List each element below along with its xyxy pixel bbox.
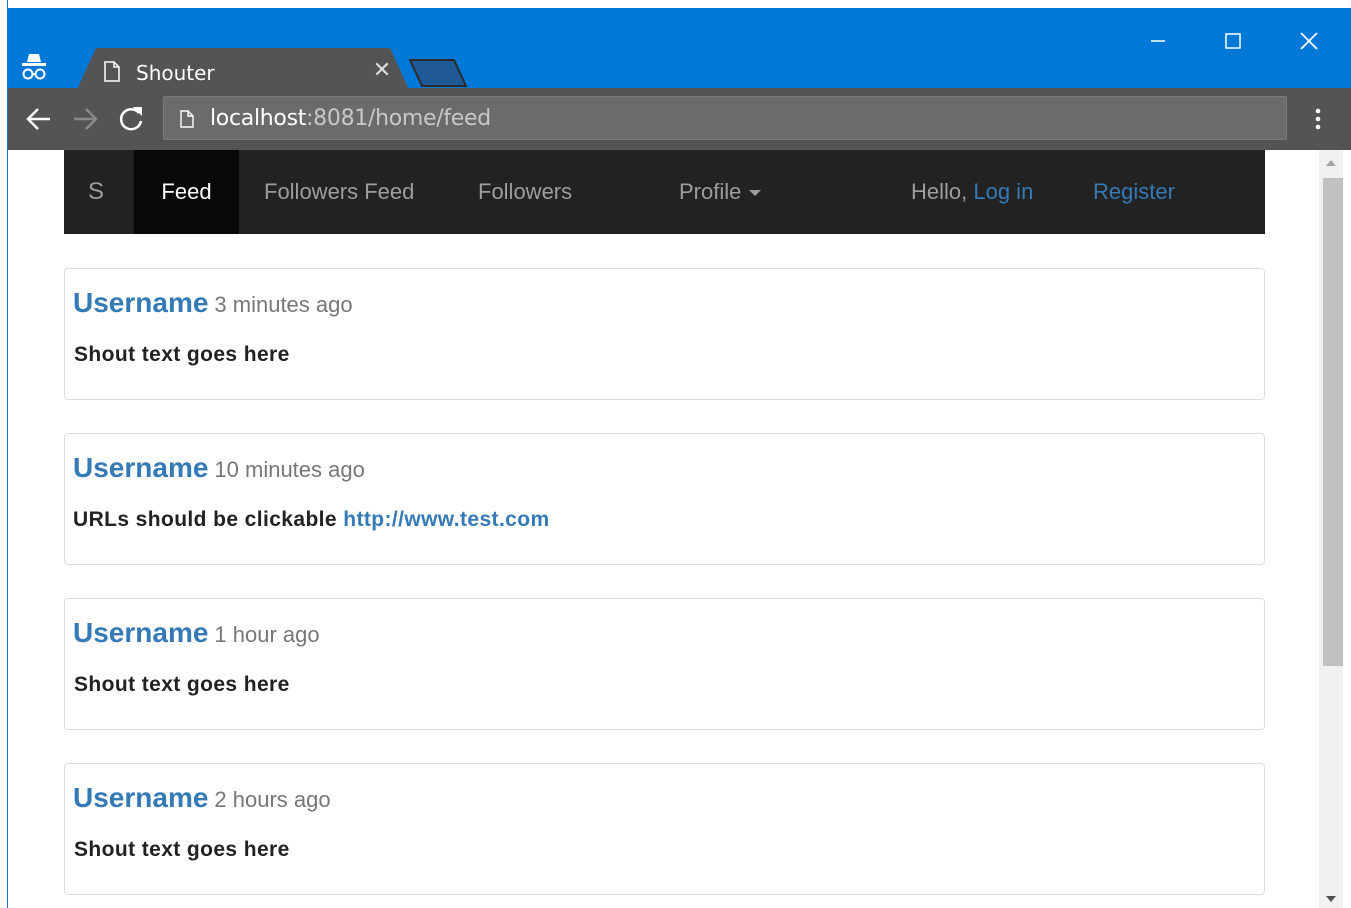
shout-time: 3 minutes ago bbox=[214, 292, 353, 317]
url-host: localhost bbox=[210, 106, 307, 131]
username-link[interactable]: Username bbox=[73, 782, 208, 813]
incognito-icon bbox=[22, 54, 46, 80]
reload-icon[interactable] bbox=[116, 104, 146, 134]
title-bar: Shouter ✕ bbox=[8, 8, 1351, 96]
page-icon bbox=[180, 110, 194, 128]
page-content: S Feed Followers Feed Followers Profile … bbox=[8, 150, 1319, 908]
shout-card: Username 1 hour ago Shout text goes here bbox=[64, 598, 1265, 730]
tab-title: Shouter bbox=[136, 61, 215, 85]
page-icon bbox=[104, 61, 120, 82]
shout-card: Username 2 hours ago Shout text goes here bbox=[64, 763, 1265, 895]
nav-profile-dropdown[interactable]: Profile bbox=[679, 150, 762, 234]
username-link[interactable]: Username bbox=[73, 287, 208, 318]
shout-text: Shout text goes here bbox=[74, 673, 290, 697]
shout-text: URLs should be clickable http://www.test… bbox=[73, 508, 550, 532]
shout-time: 10 minutes ago bbox=[214, 457, 365, 482]
shout-header: Username 3 minutes ago bbox=[73, 287, 353, 319]
menu-dots-icon[interactable] bbox=[1310, 106, 1326, 136]
browser-window: Shouter ✕ localhost:8081/home/feed S Fee… bbox=[0, 0, 1351, 908]
username-link[interactable]: Username bbox=[73, 617, 208, 648]
site-navbar: S Feed Followers Feed Followers Profile … bbox=[64, 150, 1265, 234]
nav-feed[interactable]: Feed bbox=[134, 150, 239, 234]
nav-followers-feed[interactable]: Followers Feed bbox=[264, 150, 414, 234]
browser-toolbar: localhost:8081/home/feed bbox=[8, 88, 1351, 150]
new-tab-button[interactable] bbox=[408, 58, 470, 88]
shout-time: 2 hours ago bbox=[214, 787, 331, 812]
shout-header: Username 1 hour ago bbox=[73, 617, 320, 649]
url-text: localhost:8081/home/feed bbox=[210, 106, 491, 131]
username-link[interactable]: Username bbox=[73, 452, 208, 483]
brand-link[interactable]: S bbox=[88, 150, 104, 234]
register-link[interactable]: Register bbox=[1093, 150, 1175, 234]
shout-text: Shout text goes here bbox=[74, 838, 290, 862]
shout-card: Username 3 minutes ago Shout text goes he… bbox=[64, 268, 1265, 400]
login-link[interactable]: Log in bbox=[973, 179, 1033, 204]
nav-followers[interactable]: Followers bbox=[478, 150, 572, 234]
shout-text: Shout text goes here bbox=[74, 343, 290, 367]
nav-greeting: Hello, Log in bbox=[911, 150, 1033, 234]
shout-body: URLs should be clickable bbox=[73, 508, 344, 531]
shout-body: Shout text goes here bbox=[74, 343, 290, 366]
shout-header: Username 10 minutes ago bbox=[73, 452, 365, 484]
window-border bbox=[0, 0, 8, 908]
url-path: :8081/home/feed bbox=[306, 106, 491, 131]
window-border-right bbox=[1343, 150, 1351, 908]
shout-card: Username 10 minutes ago URLs should be cl… bbox=[64, 433, 1265, 565]
window-close-icon[interactable] bbox=[1289, 26, 1329, 56]
vertical-scrollbar[interactable] bbox=[1319, 150, 1343, 908]
scroll-down-arrow-icon[interactable] bbox=[1326, 896, 1336, 902]
shout-url-link[interactable]: http://www.test.com bbox=[343, 508, 549, 531]
back-arrow-icon[interactable] bbox=[24, 104, 54, 134]
caret-down-icon bbox=[749, 190, 762, 197]
address-bar[interactable]: localhost:8081/home/feed bbox=[163, 96, 1287, 140]
shout-body: Shout text goes here bbox=[74, 673, 290, 696]
shout-header: Username 2 hours ago bbox=[73, 782, 331, 814]
scroll-up-arrow-icon[interactable] bbox=[1326, 160, 1336, 166]
forward-arrow-icon[interactable] bbox=[70, 104, 100, 134]
shout-time: 1 hour ago bbox=[214, 622, 320, 647]
scroll-thumb[interactable] bbox=[1323, 178, 1343, 666]
nav-profile-label: Profile bbox=[679, 179, 742, 204]
maximize-icon[interactable] bbox=[1213, 26, 1253, 56]
shout-body: Shout text goes here bbox=[74, 838, 290, 861]
minimize-icon[interactable] bbox=[1138, 26, 1178, 56]
close-icon[interactable]: ✕ bbox=[370, 59, 394, 83]
hello-text: Hello, bbox=[911, 179, 974, 204]
